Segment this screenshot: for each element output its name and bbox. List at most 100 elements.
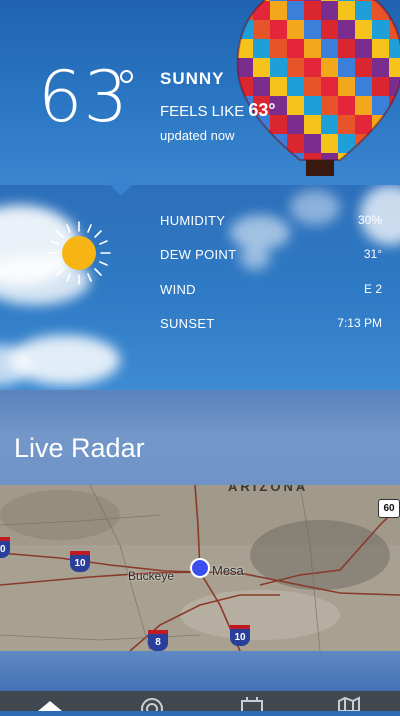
balloon-panel	[287, 39, 304, 58]
radar-map[interactable]: ARIZONA Buckeye Mesa 60 10 10 8 10	[0, 485, 400, 651]
balloon-panel	[270, 0, 287, 1]
balloon-panel	[355, 115, 372, 134]
balloon-panel	[389, 115, 400, 134]
feels-like: FEELS LIKE 63°	[160, 100, 276, 121]
balloon-panel	[372, 39, 389, 58]
balloon-panel	[253, 77, 270, 96]
balloon-panel	[321, 134, 338, 153]
balloon-panel	[372, 77, 389, 96]
details-panel: HUMIDITY 30% DEW POINT 31° WIND E 2 SUNS…	[0, 185, 400, 390]
balloon-panel	[338, 1, 355, 20]
balloon-panel	[304, 39, 321, 58]
balloon-panel	[287, 20, 304, 39]
balloon-panel	[355, 39, 372, 58]
balloon-panel	[389, 58, 400, 77]
balloon-panel	[389, 39, 400, 58]
balloon-panel	[338, 115, 355, 134]
balloon-panel	[321, 77, 338, 96]
balloon-panel	[355, 96, 372, 115]
map-label-state: ARIZONA	[228, 485, 309, 494]
balloon-panel	[270, 1, 287, 20]
map-label-buckeye: Buckeye	[128, 569, 175, 583]
balloon-panel	[304, 96, 321, 115]
balloon-panel	[355, 153, 372, 160]
balloon-panel	[287, 77, 304, 96]
balloon-panel	[237, 153, 253, 160]
balloon-panel	[321, 0, 338, 1]
highway-shield-10-west: 10	[70, 551, 90, 572]
balloon-panel	[270, 134, 287, 153]
condition-text: SUNNY	[160, 69, 225, 88]
balloon-panel	[338, 39, 355, 58]
balloon-panel	[253, 39, 270, 58]
balloon-panel	[338, 0, 355, 1]
map-label-mesa: Mesa	[212, 563, 244, 578]
balloon-panel	[389, 134, 400, 153]
balloon-panel	[355, 58, 372, 77]
balloon-panel	[372, 20, 389, 39]
balloon-panel	[270, 20, 287, 39]
balloon-panel	[253, 58, 270, 77]
balloon-panel	[287, 115, 304, 134]
balloon-panel	[270, 39, 287, 58]
feels-like-label: FEELS LIKE	[160, 103, 245, 120]
detail-row-sunset: SUNSET 7:13 PM	[160, 316, 382, 331]
balloon-panel	[321, 20, 338, 39]
balloon-panel	[270, 153, 287, 160]
detail-row-wind: WIND E 2	[160, 282, 382, 297]
balloon-panel	[253, 0, 270, 1]
balloon-panel	[338, 58, 355, 77]
balloon-panel	[270, 77, 287, 96]
temperature-value: 63	[38, 56, 130, 138]
balloon-panel	[304, 115, 321, 134]
balloon-panel	[253, 20, 270, 39]
balloon-panel	[321, 115, 338, 134]
hot-air-balloon-image	[236, 0, 400, 176]
detail-row-humidity: HUMIDITY 30%	[160, 213, 382, 228]
balloon-panel	[372, 153, 389, 160]
balloon-panel	[287, 0, 304, 1]
balloon-panel	[372, 115, 389, 134]
balloon-panel	[304, 134, 321, 153]
balloon-panel	[237, 0, 253, 1]
panel-pointer	[103, 178, 139, 196]
balloon-panel	[389, 0, 400, 1]
balloon-panel	[355, 77, 372, 96]
balloon-panel	[287, 58, 304, 77]
balloon-panel	[237, 134, 253, 153]
sunny-icon	[47, 221, 111, 285]
updated-text: updated now	[160, 128, 235, 143]
balloon-panel	[372, 134, 389, 153]
balloon-panel	[321, 96, 338, 115]
bottom-nav	[0, 691, 400, 716]
calendar-icon[interactable]	[241, 695, 263, 714]
balloon-panel	[304, 0, 321, 1]
feels-like-value: 63°	[248, 100, 276, 120]
detail-row-dew-point: DEW POINT 31°	[160, 247, 382, 262]
highway-shield-60: 60	[378, 499, 400, 518]
balloon-panel	[253, 134, 270, 153]
balloon-panel	[304, 58, 321, 77]
balloon-panel	[321, 39, 338, 58]
current-conditions: 63 SUNNY FEELS LIKE 63° updated now	[0, 0, 400, 185]
balloon-panel	[304, 1, 321, 20]
balloon-panel	[287, 96, 304, 115]
highway-shield-8: 8	[148, 630, 168, 651]
bottom-sky-band	[0, 651, 400, 691]
highway-shield-10-east: 10	[230, 625, 250, 646]
radar-icon[interactable]	[141, 695, 163, 716]
balloon-panel	[321, 58, 338, 77]
balloon-panel	[355, 1, 372, 20]
balloon-panel	[321, 1, 338, 20]
balloon-panel	[355, 20, 372, 39]
balloon-panel	[338, 77, 355, 96]
balloon-panel	[270, 58, 287, 77]
balloon-panel	[389, 153, 400, 160]
map-icon[interactable]	[338, 695, 360, 712]
current-location-dot	[190, 558, 210, 578]
home-icon[interactable]	[38, 695, 62, 711]
balloon-panel	[338, 96, 355, 115]
balloon-panel	[355, 0, 372, 1]
balloon-panel	[253, 153, 270, 160]
radar-title[interactable]: Live Radar	[14, 433, 145, 464]
